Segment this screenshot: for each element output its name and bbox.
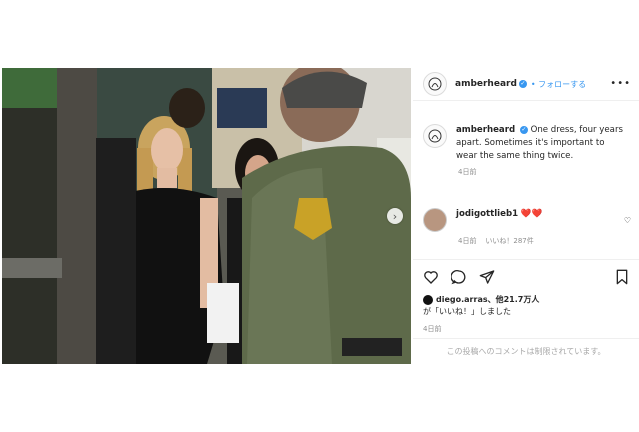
- heart-icon: [424, 271, 438, 284]
- caption-time: 4日前: [458, 168, 477, 176]
- comment-bubble-icon: [451, 269, 466, 285]
- avatar-glyph-icon: [428, 77, 442, 91]
- save-button[interactable]: [613, 268, 631, 286]
- comments-disabled-notice: この投稿へのコメントは制限されています。: [413, 338, 639, 365]
- avatar-glyph-icon: [428, 129, 442, 143]
- share-button[interactable]: [478, 268, 496, 286]
- author-username[interactable]: amberheard: [455, 79, 517, 89]
- follow-button[interactable]: • フォローする: [531, 79, 586, 90]
- author-avatar[interactable]: [423, 72, 447, 96]
- instagram-post: › amberheard ✓ • フォローする ••• amberheard ✓…: [0, 68, 639, 364]
- verified-badge-icon: ✓: [519, 125, 528, 134]
- liked-by-suffix: が「いいね！」しました: [423, 307, 511, 316]
- like-button[interactable]: [422, 268, 440, 286]
- liker-count[interactable]: 、他21.7万人: [488, 295, 540, 304]
- commenter-avatar[interactable]: [423, 208, 447, 232]
- comment-button[interactable]: [450, 268, 468, 286]
- bookmark-icon: [616, 269, 628, 285]
- post-time: 4日前: [423, 325, 442, 333]
- liker-username[interactable]: diego.arras: [436, 295, 488, 304]
- comment-time: 4日前: [458, 237, 477, 245]
- comment-item: jodigottlieb1 ❤️❤️ 4日前 いいね！287件 ♡: [423, 208, 633, 246]
- verified-badge-icon: ✓: [518, 80, 527, 88]
- comment-like-heart-icon[interactable]: ♡: [624, 216, 631, 225]
- caption-author-avatar[interactable]: [423, 124, 447, 148]
- comment-body: jodigottlieb1 ❤️❤️: [456, 208, 626, 232]
- commenter-username[interactable]: jodigottlieb1: [456, 209, 518, 219]
- caption-username[interactable]: amberheard: [456, 125, 515, 135]
- paper-plane-icon: [479, 270, 495, 284]
- courthouse-photo: [2, 68, 411, 364]
- comment-text: ❤️❤️: [520, 209, 543, 219]
- post-actions: diego.arras、他21.7万人 が「いいね！」しました 4日前 この投稿…: [413, 259, 639, 356]
- comment-meta: 4日前 いいね！287件: [458, 236, 633, 246]
- comment-likes[interactable]: いいね！287件: [485, 237, 533, 245]
- carousel-next-button[interactable]: ›: [387, 208, 403, 224]
- post-header: amberheard ✓ • フォローする •••: [413, 68, 639, 101]
- more-dots-icon[interactable]: •••: [610, 78, 631, 89]
- caption-body: amberheard ✓ One dress, four years apart…: [456, 124, 626, 163]
- chevron-right-icon: ›: [392, 209, 398, 223]
- post-caption: amberheard ✓ One dress, four years apart…: [423, 124, 633, 177]
- liked-by: diego.arras、他21.7万人 が「いいね！」しました: [423, 294, 633, 318]
- liker-avatar[interactable]: [423, 294, 433, 305]
- post-side-panel: amberheard ✓ • フォローする ••• amberheard ✓ O…: [413, 68, 639, 364]
- post-photo[interactable]: ›: [2, 68, 411, 364]
